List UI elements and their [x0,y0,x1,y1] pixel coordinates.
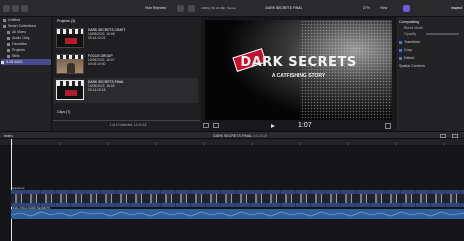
ruler-ticks [11,142,445,146]
enhance-icon[interactable] [213,123,219,128]
projects-header[interactable]: Projects (3) [57,19,117,24]
clapper-icon [57,55,83,59]
selection-status: 1 of 10 selected, 14:10:18 [109,123,147,127]
inspector-toggle-icon[interactable] [403,5,410,12]
audio-waveform [10,211,464,217]
viewer-transport: 1:07 [203,122,393,130]
inspector-section-transform[interactable]: Transform [399,39,461,45]
title-text: DARK SECRETS [240,55,357,70]
titles-icon[interactable] [21,5,28,12]
filmstrip-view-icon[interactable] [177,5,184,12]
event-icon [1,60,4,64]
collection-icon [7,30,10,34]
inspector-tab[interactable]: Inspect [440,4,462,12]
viewer-frame[interactable]: DARK SECRETS A CATFISHING STORY [205,20,392,120]
inspector-section-distort[interactable]: Distort [399,55,461,61]
play-icon[interactable] [271,124,275,128]
collection-icon [7,42,10,46]
project-item[interactable]: DARK SECRETS CRAFT 10/05/2022, 16:08 00:… [54,26,198,51]
fullscreen-icon[interactable] [385,123,391,129]
timeline-ruler[interactable] [0,139,464,146]
project-item-selected[interactable]: DARK SECRETS FINAL 10/05/2022, 16:09 00:… [54,78,198,103]
title-thumb [65,90,77,96]
project-thumbnail [56,54,84,74]
library-icon [3,18,6,22]
sidebar-item-event[interactable]: 5-05-2022 [1,59,51,65]
video-thumbnails [11,194,464,203]
timecode-display[interactable]: 1:07 [298,122,318,130]
zoom-level[interactable]: 27% [363,4,375,12]
clapper-icon [57,29,83,34]
checkbox-icon[interactable] [399,40,402,44]
photos-icon[interactable] [12,5,19,12]
audio-clip[interactable] [10,209,464,219]
project-thumbnail [56,28,84,48]
effects-icon[interactable] [452,134,458,138]
format-info: 1080p HD 23.98p, Stereo [201,6,237,10]
video-clip-strip[interactable] [11,190,464,207]
view-menu[interactable]: View [380,4,394,12]
project-duration: 00:14:12:01 [88,36,106,41]
subtitle-text: A CATFISHING STORY [271,73,326,79]
collection-icon [7,54,10,58]
clips-header[interactable]: Clips (7) [57,110,117,115]
crop-icon[interactable] [203,123,209,128]
top-toolbar: Hide Rejected 1080p HD 23.98p, Stereo DA… [0,0,464,17]
library-sidebar: Untitled Smart Collections All Video Aud… [0,17,52,131]
hide-rejected-filter[interactable]: Hide Rejected [145,4,173,12]
viewer-image [205,20,392,120]
person-thumb [67,63,75,73]
collection-icon [7,36,10,40]
inspector-panel: Compositing Blend Mode Opacity Transform… [395,17,464,131]
timeline-toolbar: Index DARK SECRETS FINAL 14:10:18 [0,131,464,139]
project-item[interactable]: FOCUS GROUP 10/05/2022, 16:07 00:04:10:0… [54,52,198,77]
project-text: DARK SECRETS FINAL 10/05/2022, 16:09 00:… [88,80,138,93]
collection-icon [7,48,10,52]
project-text: FOCUS GROUP 10/05/2022, 16:07 00:04:10:0… [88,54,138,67]
divider [53,120,200,121]
search-icon[interactable] [188,5,195,12]
inspector-section-crop[interactable]: Crop [399,47,461,53]
checkbox-icon[interactable] [399,56,402,60]
inspector-section-spatial-conform[interactable]: Spatial Conform [399,63,461,69]
library-icon[interactable] [3,5,10,12]
title-thumb [65,38,77,44]
folder-icon [3,24,6,28]
final-cut-window: Hide Rejected 1080p HD 23.98p, Stereo DA… [0,0,464,241]
clip-appearance-icon[interactable] [440,134,446,138]
opacity-slider[interactable] [426,33,459,35]
project-text: DARK SECRETS CRAFT 10/05/2022, 16:08 00:… [88,28,138,41]
browser-panel: Projects (3) DARK SECRETS CRAFT 10/05/20… [53,17,201,131]
project-name: DARK SECRETS FINAL [265,6,303,10]
project-thumbnail [56,80,84,100]
project-duration: 00:14:10:18 [88,88,106,93]
checkbox-icon[interactable] [399,48,402,52]
clapper-icon [57,81,83,86]
project-duration: 00:04:10:00 [88,62,106,67]
